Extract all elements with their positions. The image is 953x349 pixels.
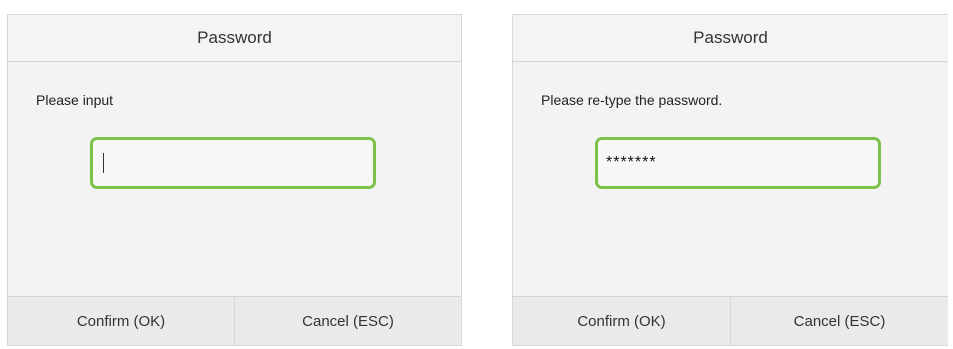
confirm-button[interactable]: Confirm (OK) (8, 297, 234, 345)
password-retype-value: ******* (606, 154, 657, 171)
dialog-footer: Confirm (OK) Cancel (ESC) (513, 296, 948, 345)
dialog-prompt: Please re-type the password. (541, 92, 723, 108)
password-dialog-input: Password Please input Confirm (OK) Cance… (7, 14, 462, 346)
dialog-footer: Confirm (OK) Cancel (ESC) (8, 296, 461, 345)
password-retype-input[interactable]: ******* (595, 137, 881, 189)
cancel-button[interactable]: Cancel (ESC) (730, 297, 948, 345)
confirm-button[interactable]: Confirm (OK) (513, 297, 730, 345)
text-caret (103, 153, 104, 173)
dialog-title: Password (8, 15, 461, 62)
cancel-button[interactable]: Cancel (ESC) (234, 297, 461, 345)
dialog-title: Password (513, 15, 948, 62)
password-dialog-retype: Password Please re-type the password. **… (512, 14, 948, 346)
dialog-prompt: Please input (36, 92, 114, 108)
password-input[interactable] (90, 137, 376, 189)
